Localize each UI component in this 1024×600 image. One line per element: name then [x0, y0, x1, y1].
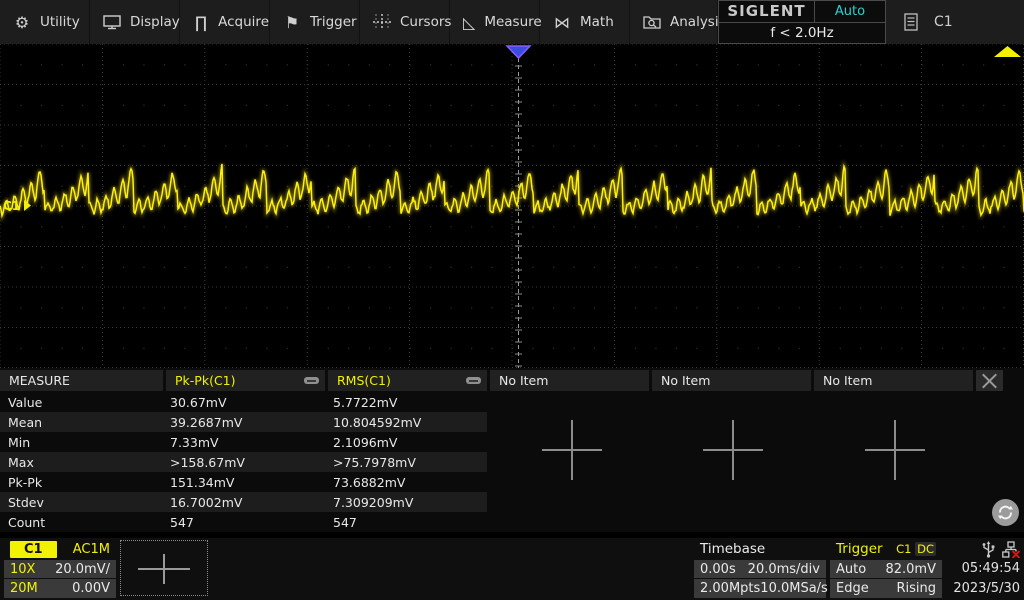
channel-selector-label: C1: [934, 14, 953, 30]
bowtie-icon: ⋈: [553, 13, 571, 32]
trigger-position-line: [515, 58, 522, 368]
trigger-position-marker[interactable]: [507, 46, 530, 58]
timebase-descriptor[interactable]: Timebase 0.00s 20.0ms/div 2.00Mpts 10.0M…: [694, 540, 826, 598]
menu-label: Math: [580, 14, 614, 30]
channel1-scale: 20.0mV/: [55, 562, 110, 577]
measure-col-pkpk[interactable]: Pk-Pk(C1): [166, 370, 325, 391]
timebase-scale: 20.0ms/div: [748, 562, 820, 577]
menu-math[interactable]: ⋈ Math: [540, 0, 630, 44]
measure-row-min: Min7.33mV2.1096mV: [0, 432, 487, 452]
trigger-level-marker[interactable]: [994, 46, 1021, 57]
channel1-badge[interactable]: C1: [10, 541, 57, 558]
measure-row-pkpk: Pk-Pk151.34mV73.6882mV: [0, 472, 487, 492]
timebase-points: 2.00Mpts: [700, 581, 760, 596]
add-channel-box[interactable]: [120, 540, 208, 596]
oscilloscope-screen: ⚙ Utility Display ∏ Acquire ⚑ Trigger: [0, 0, 1024, 600]
trigger-level: 82.0mV: [885, 562, 936, 577]
trigger-slope: Rising: [896, 581, 936, 596]
timebase-samplerate: 10.0MSa/s: [760, 581, 828, 596]
system-time: 05:49:54: [946, 559, 1022, 578]
trigger-source-coupling: C1 DC: [896, 542, 936, 556]
cursors-icon: [373, 14, 391, 30]
acquire-icon: ∏: [193, 13, 209, 32]
trigger-title: Trigger: [836, 541, 883, 557]
clipboard-icon: [904, 13, 918, 31]
menu-measure[interactable]: ◺ Measure: [450, 0, 540, 44]
measure-row-mean: Mean39.2687mV10.804592mV: [0, 412, 487, 432]
siglent-logo: SIGLENT: [719, 1, 815, 22]
menu-label: Acquire: [218, 14, 269, 30]
flag-icon: ⚑: [283, 13, 301, 32]
channel1-probe: 10X: [10, 562, 35, 577]
menu-label: Utility: [40, 14, 80, 30]
menu-label: Cursors: [400, 14, 451, 30]
menu-analysis[interactable]: Analysis: [630, 0, 718, 44]
timebase-delay: 0.00s: [700, 562, 736, 577]
channel1-bandwidth: 20M: [10, 581, 38, 596]
menu-label: Trigger: [310, 14, 357, 30]
refresh-statistics-icon[interactable]: [992, 499, 1019, 526]
measure-col-empty-3[interactable]: No Item: [814, 370, 973, 391]
measure-row-stdev: Stdev16.7002mV7.309209mV: [0, 492, 487, 512]
add-measure-icon[interactable]: [542, 420, 602, 480]
menu-label: Display: [130, 14, 180, 30]
menu-trigger[interactable]: ⚑ Trigger: [270, 0, 360, 44]
trigger-frequency-readout: f < 2.0Hz: [719, 23, 885, 44]
trigger-descriptor[interactable]: Trigger C1 DC Auto 82.0mV Edge Rising: [830, 540, 942, 598]
channel1-descriptor[interactable]: C1 AC1M 10X 20.0mV/ 20M 0.00V: [4, 540, 116, 598]
menu-utility[interactable]: ⚙ Utility: [0, 0, 90, 44]
menu-cursors[interactable]: Cursors: [360, 0, 450, 44]
channel1-offset: 0.00V: [72, 581, 110, 596]
measure-col-empty-2[interactable]: No Item: [652, 370, 811, 391]
usb-icon: [982, 541, 995, 558]
measure-panel: MEASURE Pk-Pk(C1) RMS(C1) No Item No Ite…: [0, 368, 1024, 532]
remove-measure-icon[interactable]: [304, 377, 319, 384]
trigger-mode: Auto: [836, 562, 866, 577]
waveform-trace-glow: [0, 164, 1024, 216]
add-measure-icon[interactable]: [865, 420, 925, 480]
remove-measure-icon[interactable]: [466, 377, 481, 384]
trigger-type: Edge: [836, 581, 869, 596]
menu-label: Measure: [484, 14, 541, 30]
channel-selector[interactable]: C1: [886, 0, 1024, 44]
gear-icon: ⚙: [13, 13, 31, 32]
status-bar: C1 AC1M 10X 20.0mV/ 20M 0.00V Timebase 0…: [0, 538, 1024, 600]
add-channel-icon: [138, 554, 190, 584]
measure-row-max: Max>158.67mV>75.7978mV: [0, 452, 487, 472]
system-date: 2023/5/30: [946, 579, 1022, 598]
measure-col-rms[interactable]: RMS(C1): [328, 370, 487, 391]
channel-offset-label[interactable]: C1: [3, 199, 20, 213]
measure-col-empty-1[interactable]: No Item: [490, 370, 649, 391]
acquisition-status-box: SIGLENT Auto f < 2.0Hz: [718, 0, 886, 44]
menu-display[interactable]: Display: [90, 0, 180, 44]
menu-bar: ⚙ Utility Display ∏ Acquire ⚑ Trigger: [0, 0, 1024, 44]
timebase-title: Timebase: [700, 541, 765, 557]
acquisition-mode[interactable]: Auto: [815, 1, 885, 22]
display-icon: [103, 14, 121, 30]
lan-disconnected-icon: [1002, 541, 1020, 558]
menu-acquire[interactable]: ∏ Acquire: [180, 0, 270, 44]
measure-table-title: MEASURE: [0, 370, 163, 391]
close-icon[interactable]: [976, 370, 1003, 391]
channel1-coupling: AC1M: [73, 542, 110, 557]
setsquare-icon: ◺: [463, 13, 475, 32]
measure-row-value: Value30.67mV5.7722mV: [0, 392, 487, 412]
clock-area: 05:49:54 2023/5/30: [946, 540, 1022, 598]
analysis-icon: [643, 14, 661, 30]
add-measure-icon[interactable]: [703, 420, 763, 480]
waveform-display: C1: [0, 44, 1024, 368]
measure-row-count: Count547547: [0, 512, 487, 532]
